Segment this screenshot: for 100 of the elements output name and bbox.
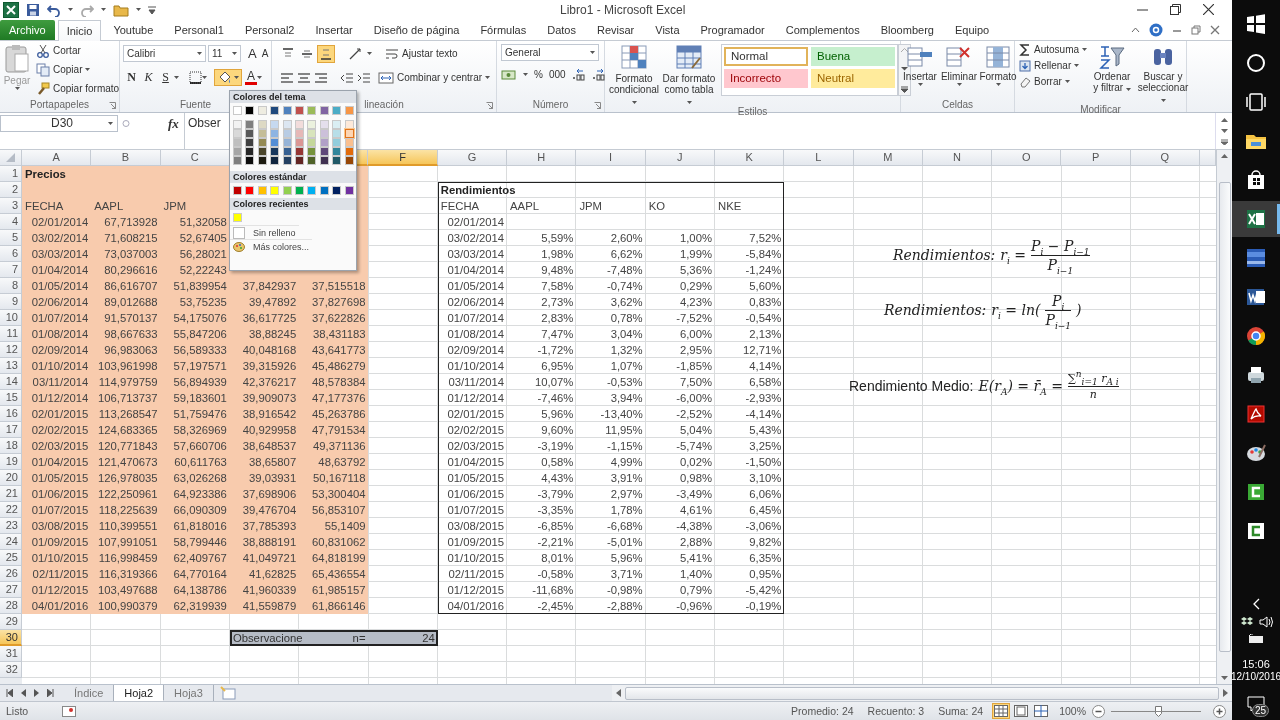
ribbon-tab[interactable]: Inicio xyxy=(57,19,102,41)
ribbon-tab[interactable]: Equipo xyxy=(945,19,999,40)
ribbon-tab[interactable]: Personal2 xyxy=(235,19,304,40)
cell-style[interactable]: Normal xyxy=(724,46,808,66)
font-color-button[interactable]: A xyxy=(245,70,257,85)
ribbon-tab[interactable]: Fórmulas xyxy=(471,19,536,40)
wrap-text-button[interactable]: Ajustar texto xyxy=(385,47,458,60)
ribbon-tab[interactable]: Bloomberg xyxy=(871,19,943,40)
table-cell-text: 03/11/2014 xyxy=(31,374,90,390)
sheet-tab[interactable]: Hoja2 xyxy=(114,685,165,702)
table-cell-text: 03/08/2015 xyxy=(30,518,90,534)
ribbon-tab[interactable]: Complementos xyxy=(776,19,869,40)
percent-button[interactable]: % xyxy=(534,69,543,81)
table-cell-text: 41,960339 xyxy=(241,582,298,598)
table-cell-text: 6,45% xyxy=(748,502,783,518)
sort-filter-button[interactable]: Ordenar y filtrar xyxy=(1090,43,1135,93)
table-cell-text: 55,1409 xyxy=(323,518,367,534)
table-cell-text: 01/12/2014 xyxy=(446,390,506,406)
table-cell-text: 48,578384 xyxy=(311,374,367,390)
table-cell-text: 1,07% xyxy=(609,358,644,374)
table-cell-text: 56,28021 xyxy=(178,246,228,262)
table-cell-text: 01/08/2014 xyxy=(446,326,506,342)
table-cell-text: 65,436554 xyxy=(311,566,367,582)
ribbon-tab[interactable]: Datos xyxy=(538,19,585,40)
table-cell-text: 12,71% xyxy=(741,342,783,358)
table-cell-text: 54,175076 xyxy=(172,310,228,326)
format-painter-button[interactable]: Copiar formato xyxy=(36,81,120,96)
function-button[interactable]: fx xyxy=(168,115,184,149)
ribbon-tab[interactable]: Youtube xyxy=(104,19,163,40)
ribbon-tab[interactable]: Programador xyxy=(691,19,774,40)
zoom-level[interactable]: 100% xyxy=(1059,705,1086,718)
table-cell-text: -13,40% xyxy=(599,406,644,422)
fill-button[interactable]: Rellenar xyxy=(1019,59,1088,72)
table-cell-text: 55,847206 xyxy=(172,326,228,342)
format-button[interactable]: Formato xyxy=(980,43,1016,86)
conditional-format-button[interactable]: Formato condicional xyxy=(609,43,659,106)
clear-button[interactable]: Borrar xyxy=(1019,75,1088,88)
file-tab[interactable]: Archivo xyxy=(0,19,55,40)
format-as-table-button[interactable]: Dar formato como tabla xyxy=(661,43,717,106)
table-cell-text: -1,85% xyxy=(675,358,713,374)
menu-item[interactable]: Más colores... xyxy=(230,239,313,253)
table-cell-text: 89,012688 xyxy=(103,294,159,310)
table-cell-text: 1,78% xyxy=(609,502,644,518)
table-cell-text: 0,83% xyxy=(748,294,783,310)
find-select-button[interactable]: Buscar y seleccionar xyxy=(1137,43,1190,104)
clock-time[interactable]: 15:06 xyxy=(1242,658,1270,670)
cell-style[interactable]: Incorrecto xyxy=(724,68,808,88)
underline-button[interactable]: S xyxy=(157,70,174,86)
font-size-field[interactable]: 11 xyxy=(208,45,241,63)
ribbon-tab[interactable]: Personal1 xyxy=(165,19,233,40)
table-cell-text: 02/03/2015 xyxy=(446,438,506,454)
status-stat: Recuento: 3 xyxy=(867,705,925,718)
table-cell-text: 100,990379 xyxy=(96,598,159,614)
thousands-button[interactable]: 000 xyxy=(548,69,566,81)
table-cell-text: 01/04/2014 xyxy=(446,262,506,278)
font-name-field[interactable]: Calibri xyxy=(123,45,206,63)
table-cell-text: 37,622826 xyxy=(311,310,367,326)
cell-style[interactable]: Neutral xyxy=(811,68,895,88)
table-cell-text: 49,371136 xyxy=(311,438,367,454)
table-cell-text: 116,998459 xyxy=(97,550,159,566)
italic-button[interactable]: K xyxy=(140,70,157,86)
bold-button[interactable]: N xyxy=(123,70,140,86)
table-cell-text: 01/05/2015 xyxy=(446,470,506,486)
group-label: Modificar xyxy=(1080,103,1121,115)
table-cell-text: 98,667633 xyxy=(103,326,159,342)
insert-button[interactable]: Insertar xyxy=(902,43,938,86)
ribbon-tab[interactable]: Diseño de página xyxy=(364,19,469,40)
ribbon-tab[interactable]: Insertar xyxy=(306,19,362,40)
delete-button[interactable]: Eliminar xyxy=(939,43,979,86)
name-box[interactable]: D30 xyxy=(0,114,118,132)
table-cell-text: 60,611763 xyxy=(173,454,228,470)
table-cell-text: 121,470673 xyxy=(96,454,159,470)
number-format-field[interactable]: General xyxy=(501,43,599,61)
copy-button[interactable]: Copiar xyxy=(36,62,120,77)
table-cell-text: 01/09/2015 xyxy=(30,534,90,550)
table-cell-text: 01/09/2015 xyxy=(446,534,506,550)
autosum-button[interactable]: Autosuma xyxy=(1019,43,1088,56)
shrink-font-button[interactable]: A xyxy=(261,48,269,60)
status-stat: Promedio: 24 xyxy=(791,705,854,718)
cell-style[interactable]: Buena xyxy=(811,46,895,66)
table-cell-text: 9,82% xyxy=(748,534,783,550)
cut-button[interactable]: Cortar xyxy=(36,43,120,58)
table-cell-text: 4,61% xyxy=(678,502,713,518)
table-cell-text: Precios xyxy=(24,166,67,182)
menu-item[interactable]: Sin relleno xyxy=(230,225,299,239)
merge-center-button[interactable]: Combinar y centrar xyxy=(378,71,491,84)
clock-date[interactable]: 12/10/2016 xyxy=(1230,671,1280,682)
ribbon-tab[interactable]: Revisar xyxy=(587,19,644,40)
table-cell-text: 10,07% xyxy=(534,374,575,390)
table-cell-text: 56,894939 xyxy=(172,374,228,390)
grow-font-button[interactable]: A xyxy=(248,46,257,62)
menu-heading: Colores recientes xyxy=(230,198,356,210)
table-cell-text: 11,95% xyxy=(604,422,644,438)
table-cell-text: JPM xyxy=(162,198,188,214)
table-cell-text: 01/06/2015 xyxy=(446,486,506,502)
table-cell-text: 103,961998 xyxy=(96,358,159,374)
ribbon-tab[interactable]: Vista xyxy=(646,19,689,40)
table-cell-text: NKE xyxy=(716,198,743,214)
table-cell-text: -1,24% xyxy=(744,262,783,278)
table-cell-text: -3,19% xyxy=(536,438,575,454)
